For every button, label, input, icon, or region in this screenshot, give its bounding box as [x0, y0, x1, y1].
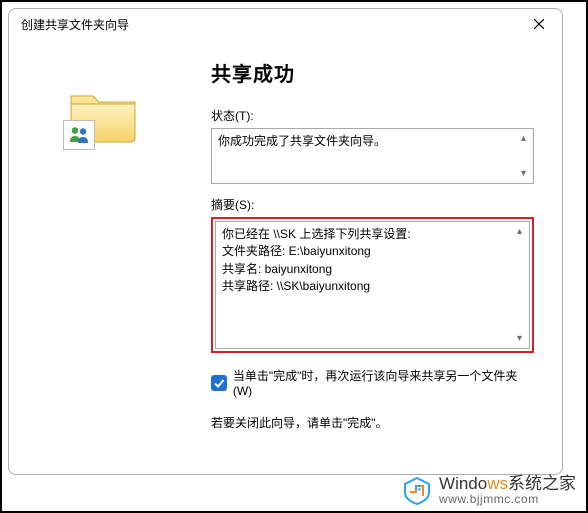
screenshot-frame: 创建共享文件夹向导	[0, 0, 588, 513]
window-body: 共享成功 状态(T): 你成功完成了共享文件夹向导。 ▴ ▾ 摘要(S): 你已…	[9, 40, 562, 475]
scroll-up-icon[interactable]: ▴	[512, 224, 527, 239]
watermark-brand-plain: Windo	[439, 474, 487, 493]
status-text: 你成功完成了共享文件夹向导。	[212, 129, 533, 154]
checkmark-icon	[213, 377, 225, 389]
status-box[interactable]: 你成功完成了共享文件夹向导。 ▴ ▾	[211, 128, 534, 184]
summary-box[interactable]: 你已经在 \\SK 上选择下列共享设置: 文件夹路径: E:\baiyunxit…	[215, 221, 530, 349]
right-pane: 共享成功 状态(T): 你成功完成了共享文件夹向导。 ▴ ▾ 摘要(S): 你已…	[197, 40, 562, 475]
run-again-checkbox[interactable]	[211, 375, 227, 391]
wizard-window: 创建共享文件夹向导	[8, 8, 563, 475]
scroll-up-icon[interactable]: ▴	[516, 131, 531, 146]
close-icon	[534, 19, 544, 29]
watermark-brand-accent: ws	[487, 474, 508, 493]
left-pane	[9, 40, 197, 475]
page-heading: 共享成功	[211, 58, 534, 87]
people-icon	[67, 124, 91, 146]
summary-highlight-frame: 你已经在 \\SK 上选择下列共享设置: 文件夹路径: E:\baiyunxit…	[211, 217, 534, 353]
watermark: Windows系统之家 www.bjjmmc.com	[401, 474, 576, 506]
run-again-row: 当单击"完成"时，再次运行该向导来共享另一个文件夹(W)	[211, 367, 534, 398]
watermark-tagline: 系统之家	[508, 474, 576, 493]
shared-folder-icon	[67, 86, 139, 144]
watermark-text: Windows系统之家 www.bjjmmc.com	[439, 475, 576, 505]
people-badge	[63, 120, 95, 150]
summary-label: 摘要(S):	[211, 196, 534, 213]
summary-text: 你已经在 \\SK 上选择下列共享设置: 文件夹路径: E:\baiyunxit…	[216, 222, 529, 300]
closing-instruction: 若要关闭此向导，请单击"完成"。	[211, 414, 534, 431]
watermark-url: www.bjjmmc.com	[439, 493, 576, 506]
run-again-label: 当单击"完成"时，再次运行该向导来共享另一个文件夹(W)	[233, 367, 534, 398]
watermark-brand: Windows系统之家	[439, 475, 576, 493]
scroll-down-icon[interactable]: ▾	[512, 331, 527, 346]
title-bar: 创建共享文件夹向导	[9, 9, 562, 40]
status-label: 状态(T):	[211, 107, 534, 124]
close-button[interactable]	[516, 9, 562, 39]
watermark-logo-icon	[401, 474, 433, 506]
scroll-down-icon[interactable]: ▾	[516, 166, 531, 181]
window-title: 创建共享文件夹向导	[21, 16, 129, 33]
